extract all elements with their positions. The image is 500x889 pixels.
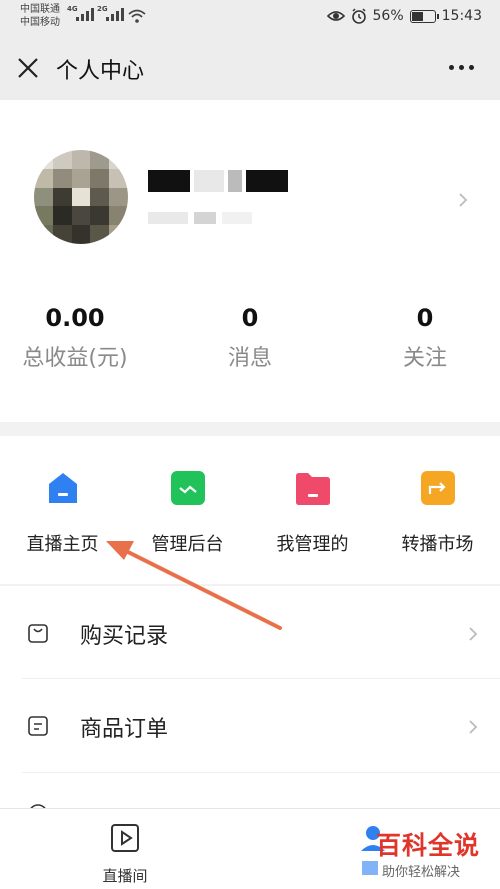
home-icon: [48, 473, 77, 503]
carrier-1-label: 中国联通: [20, 4, 60, 15]
chevron-right-icon: [469, 627, 478, 641]
dashboard-icon: [170, 471, 205, 505]
order-icon: [28, 716, 48, 736]
avatar[interactable]: [34, 150, 128, 244]
stat-earnings[interactable]: 0.00 总收益(元): [0, 300, 150, 372]
grid-item-label: 直播主页: [26, 534, 99, 555]
list-item-purchase-history[interactable]: 购买记录: [0, 586, 500, 678]
tab-label: 直播间: [102, 867, 148, 885]
grid-item-label: 管理后台: [151, 534, 224, 555]
alarm-icon: [351, 8, 366, 24]
grid-item-label: 我管理的: [276, 534, 349, 555]
stat-label: 总收益(元): [22, 346, 128, 371]
chevron-right-icon: [459, 193, 468, 207]
grid-item-admin[interactable]: 管理后台: [125, 468, 250, 556]
stat-label: 关注: [402, 346, 447, 371]
page-title: 个人中心: [56, 59, 145, 84]
username-redacted: [148, 170, 288, 192]
status-bar: 中国联通 中国移动 4G 2G 56% 15:43: [0, 0, 500, 36]
stat-label: 消息: [227, 346, 272, 371]
menu-list: 购买记录 商品订单: [0, 586, 500, 846]
user-id-redacted: [148, 212, 252, 224]
chevron-right-icon: [469, 720, 478, 734]
battery-icon: [409, 9, 439, 23]
nav-bar: 个人中心: [0, 36, 500, 100]
more-icon[interactable]: [449, 65, 474, 70]
stat-value: 0: [241, 304, 259, 332]
profile-card[interactable]: 0.00 总收益(元) 0 消息 0 关注: [0, 100, 500, 422]
stat-following[interactable]: 0 关注: [350, 300, 500, 372]
grid-item-managed[interactable]: 我管理的: [250, 468, 375, 556]
feature-grid: 直播主页 管理后台 我管理的 转播市场: [0, 436, 500, 584]
stat-value: 0.00: [45, 304, 105, 332]
folder-icon: [295, 473, 330, 505]
signal-2-icon: [106, 7, 124, 21]
grid-item-label: 转播市场: [401, 534, 474, 555]
grid-item-live-home[interactable]: 直播主页: [0, 468, 125, 556]
signal-1-icon: [76, 7, 94, 21]
tab-live-room[interactable]: 直播间: [90, 823, 160, 886]
eye-icon: [326, 11, 345, 21]
carrier-2-label: 中国移动: [20, 17, 60, 28]
watermark-logo: 百科全说 助你轻松解决: [372, 820, 500, 889]
list-item-label: 商品订单: [80, 717, 169, 742]
stat-value: 0: [416, 304, 434, 332]
battery-percent: 56%: [372, 8, 404, 24]
play-icon: [111, 824, 139, 852]
grid-item-relay-market[interactable]: 转播市场: [375, 468, 500, 556]
stat-messages[interactable]: 0 消息: [175, 300, 325, 372]
list-item-orders[interactable]: 商品订单: [0, 679, 500, 771]
watermark-subtitle: 助你轻松解决: [382, 865, 461, 880]
status-indicators: 56% 15:43: [326, 8, 482, 24]
clock: 15:43: [441, 8, 482, 24]
wifi-icon: [128, 9, 146, 23]
close-icon[interactable]: [16, 56, 40, 80]
watermark-title: 百科全说: [376, 831, 481, 860]
carrier-info: 中国联通 中国移动: [20, 3, 60, 29]
divider: [22, 772, 500, 773]
forward-icon: [420, 471, 455, 505]
list-item-label: 购买记录: [80, 624, 169, 649]
shopping-bag-icon: [28, 624, 48, 643]
